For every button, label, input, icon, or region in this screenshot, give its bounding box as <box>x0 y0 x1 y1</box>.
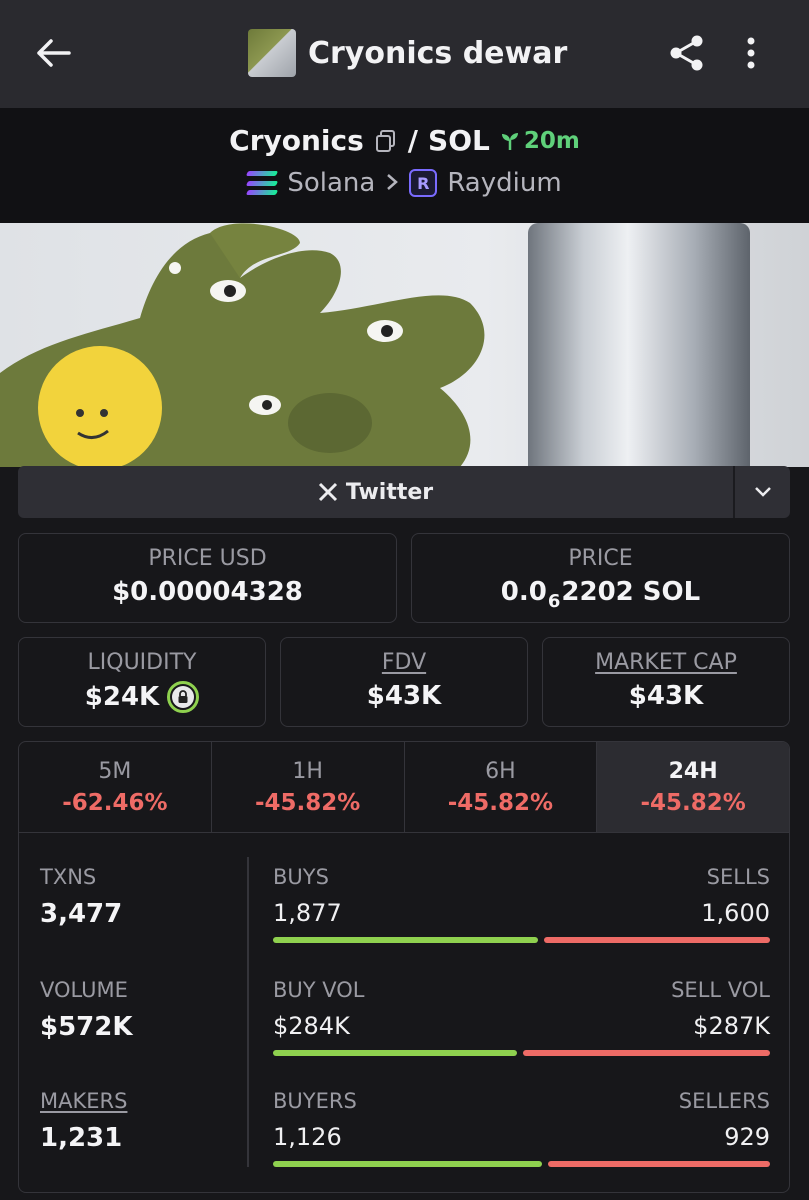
price-native-label: PRICE <box>568 546 633 571</box>
sell-vol-value: $287K <box>693 1012 770 1040</box>
sellers-label: SELLERS <box>678 1089 770 1113</box>
liquidity-card: LIQUIDITY $24K <box>18 637 266 727</box>
market-cap-label[interactable]: MARKET CAP <box>543 650 789 675</box>
tab-label: 5M <box>98 759 132 784</box>
dewar-canister <box>528 223 750 467</box>
more-options-icon[interactable] <box>734 30 768 76</box>
x-logo-icon <box>318 482 337 502</box>
buy-sell-volume-bar <box>273 1050 770 1056</box>
sell-share-fill <box>523 1050 770 1056</box>
price-usd-card: PRICE USD $0.00004328 <box>18 533 397 623</box>
raydium-icon: R <box>409 169 438 197</box>
share-icon[interactable] <box>664 30 710 76</box>
price-native-prefix: 0.0 <box>500 577 547 607</box>
chain-link[interactable]: Solana <box>287 168 375 198</box>
buys-sells-bar <box>273 937 770 943</box>
tab-change: -45.82% <box>254 790 361 816</box>
token-banner-image <box>0 223 809 467</box>
fdv-label[interactable]: FDV <box>281 650 527 675</box>
tab-1h[interactable]: 1H -45.82% <box>212 742 405 832</box>
copy-icon[interactable] <box>374 129 398 153</box>
lock-icon[interactable] <box>167 681 200 713</box>
token-title: Cryonics dewar <box>248 29 567 77</box>
buy-sell-volume-row: BUY VOL SELL VOL $284K $287K <box>273 978 770 1058</box>
solana-icon <box>246 171 279 195</box>
makers-stat[interactable]: MAKERS 1,231 <box>40 1089 127 1153</box>
pair-separator: / <box>407 124 419 157</box>
tab-24h[interactable]: 24H -45.82% <box>597 742 789 832</box>
sell-share-fill <box>548 1161 770 1167</box>
tab-change: -45.82% <box>640 790 746 816</box>
buys-value: 1,877 <box>273 899 342 927</box>
sells-label: SELLS <box>706 865 770 889</box>
app-bar: Cryonics dewar <box>0 0 809 108</box>
sellers-value: 929 <box>724 1123 770 1151</box>
pair-age: 20m <box>500 128 580 154</box>
volume-stat: VOLUME $572K <box>40 978 133 1042</box>
price-native-suffix: 2202 SOL <box>561 577 701 607</box>
makers-value: 1,231 <box>40 1123 123 1153</box>
buy-vol-value: $284K <box>273 1012 350 1040</box>
txns-value: 3,477 <box>40 899 123 929</box>
tab-label: 24H <box>668 759 718 784</box>
price-usd-label: PRICE USD <box>148 546 267 571</box>
buys-label: BUYS <box>273 865 329 889</box>
chevron-down-icon[interactable] <box>735 466 790 518</box>
timeframe-tabs: 5M -62.46% 1H -45.82% 6H -45.82% 24H -45… <box>18 741 790 833</box>
twitter-link[interactable]: Twitter <box>18 466 790 518</box>
tab-change: -62.46% <box>62 790 168 816</box>
twitter-label: Twitter <box>345 479 434 505</box>
buys-sells-row: BUYS SELLS 1,877 1,600 <box>273 865 770 945</box>
price-usd-value: $0.00004328 <box>112 577 303 607</box>
quote-token: SOL <box>428 124 490 157</box>
tab-change: -45.82% <box>447 790 554 816</box>
txns-stat: TXNS 3,477 <box>40 865 122 929</box>
seedling-icon <box>501 132 518 150</box>
price-native-card: PRICE 0.0 6 2202 SOL <box>411 533 790 623</box>
volume-label: VOLUME <box>40 978 128 1002</box>
dex-link[interactable]: Raydium <box>447 168 561 198</box>
buyers-label: BUYERS <box>273 1089 357 1113</box>
buyers-value: 1,126 <box>273 1123 342 1151</box>
fdv-card[interactable]: FDV $43K <box>280 637 528 727</box>
market-cap-value: $43K <box>628 681 704 711</box>
plush-figure <box>0 223 485 467</box>
price-native-zero-count: 6 <box>547 590 561 612</box>
buy-share-fill <box>273 937 538 943</box>
tab-6h[interactable]: 6H -45.82% <box>405 742 598 832</box>
fdv-value: $43K <box>366 681 442 711</box>
makers-label[interactable]: MAKERS <box>40 1089 127 1113</box>
tab-label: 1H <box>292 759 323 784</box>
pair-age-value: 20m <box>523 127 580 154</box>
tab-label: 6H <box>485 759 516 784</box>
txns-label: TXNS <box>40 865 97 889</box>
trade-activity-panel: TXNS 3,477 VOLUME $572K MAKERS 1,231 BUY… <box>18 833 790 1193</box>
pair-header: Cryonics / SOL 20m Solana R Raydium <box>0 108 809 223</box>
token-thumbnail <box>248 29 296 77</box>
base-token: Cryonics <box>229 124 364 157</box>
volume-value: $572K <box>40 1012 133 1042</box>
buy-vol-label: BUY VOL <box>273 978 365 1002</box>
page-title: Cryonics dewar <box>308 35 568 71</box>
tab-5m[interactable]: 5M -62.46% <box>19 742 212 832</box>
sell-share-fill <box>544 937 770 943</box>
liquidity-value: $24K <box>84 682 160 712</box>
divider <box>247 857 249 1167</box>
chevron-right-icon <box>385 168 399 198</box>
sell-vol-label: SELL VOL <box>671 978 770 1002</box>
sells-value: 1,600 <box>701 899 770 927</box>
market-cap-card[interactable]: MARKET CAP $43K <box>542 637 790 727</box>
buyers-sellers-row: BUYERS SELLERS 1,126 929 <box>273 1089 770 1169</box>
buyers-sellers-bar <box>273 1161 770 1167</box>
back-arrow-icon[interactable] <box>30 30 76 76</box>
buy-share-fill <box>273 1050 517 1056</box>
buy-share-fill <box>273 1161 542 1167</box>
liquidity-label: LIQUIDITY <box>87 650 197 675</box>
